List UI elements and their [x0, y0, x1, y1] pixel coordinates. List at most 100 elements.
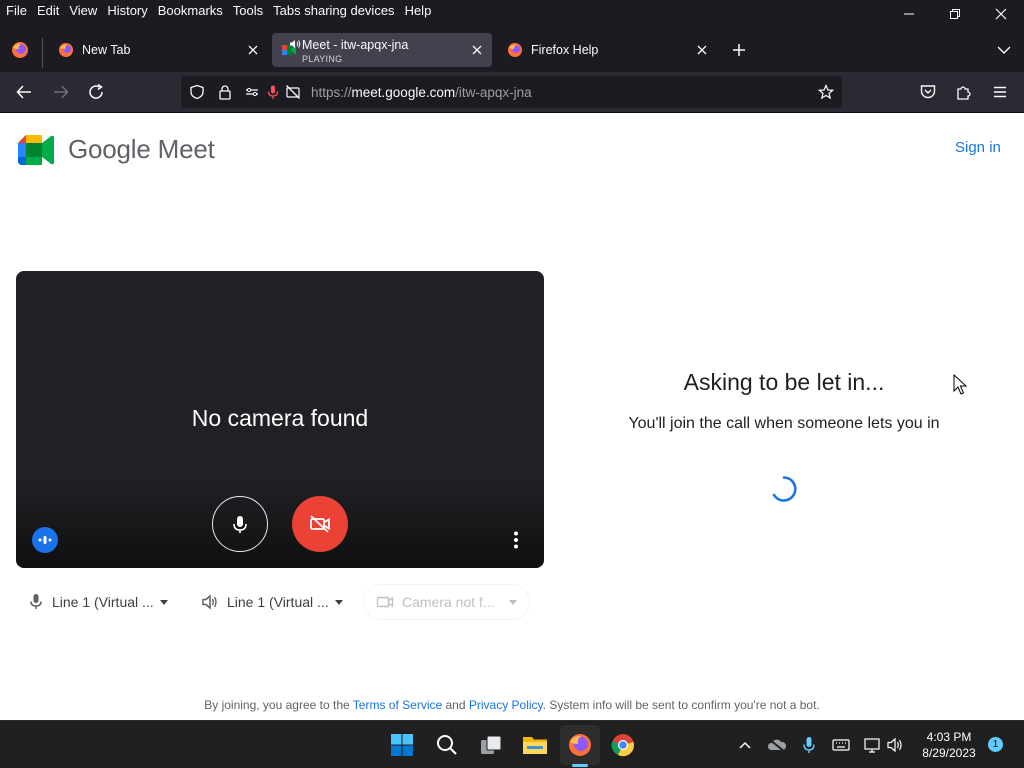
extensions-button[interactable] — [952, 80, 976, 104]
url-bar[interactable]: https://meet.google.com/itw-apqx-jna — [181, 76, 842, 108]
task-view-button[interactable] — [477, 731, 505, 759]
tab-title: Firefox Help — [531, 43, 599, 57]
legal-and: and — [445, 698, 466, 712]
firefox-view-button[interactable] — [10, 40, 30, 60]
search-button[interactable] — [433, 731, 461, 759]
menu-edit[interactable]: Edit — [37, 3, 59, 18]
menu-bookmarks[interactable]: Bookmarks — [158, 3, 223, 18]
more-options-button[interactable] — [508, 529, 524, 551]
microphone-tray-icon[interactable] — [799, 735, 819, 755]
tab-title: New Tab — [82, 43, 131, 57]
microphone-icon — [233, 516, 247, 533]
camera-icon — [376, 596, 394, 608]
microphone-selector[interactable]: Line 1 (Virtual ... — [28, 584, 168, 620]
forward-button[interactable] — [49, 80, 73, 104]
back-button[interactable] — [12, 80, 36, 104]
new-tab-button[interactable] — [731, 42, 747, 58]
minimize-button[interactable] — [886, 0, 932, 28]
microphone-icon — [803, 737, 815, 753]
close-tab-icon[interactable] — [470, 43, 484, 57]
camera-toggle-button[interactable] — [292, 496, 348, 552]
restore-button[interactable] — [932, 0, 978, 28]
menu-tabs-sharing-devices[interactable]: Tabs sharing devices — [273, 3, 394, 18]
speaker-selector[interactable]: Line 1 (Virtual ... — [201, 584, 343, 620]
preview-gradient — [16, 478, 544, 568]
close-tab-icon[interactable] — [246, 43, 260, 57]
more-vert-icon — [514, 531, 518, 549]
folder-icon — [523, 737, 547, 754]
tab-meet[interactable]: Meet - itw-apqx-jna PLAYING — [272, 33, 492, 67]
tab-playing-label: PLAYING — [302, 54, 343, 64]
tab-separator — [42, 38, 43, 68]
terms-of-service-link[interactable]: Terms of Service — [353, 698, 442, 712]
url-host: meet.google.com — [351, 85, 456, 100]
legal-text-start: By joining, you agree to the — [204, 698, 350, 712]
logo-wordmark: Google Meet — [68, 134, 215, 164]
firefox-taskbar-button[interactable] — [566, 731, 594, 759]
volume-icon — [887, 737, 902, 753]
onedrive-tray-icon[interactable] — [767, 735, 787, 755]
join-status-title: Asking to be let in... — [683, 369, 885, 395]
shield-icon[interactable] — [189, 84, 205, 100]
windows-logo-icon — [391, 734, 413, 756]
menu-tools[interactable]: Tools — [233, 3, 263, 18]
start-button[interactable] — [388, 731, 416, 759]
reload-icon — [89, 83, 103, 99]
url-text[interactable]: https://meet.google.com/itw-apqx-jna — [311, 85, 532, 100]
windows-taskbar: 4:03 PM 8/29/2023 1 — [0, 720, 1024, 768]
close-window-button[interactable] — [978, 0, 1024, 28]
app-menu-button[interactable] — [988, 80, 1012, 104]
tab-firefox-help[interactable]: Firefox Help — [497, 33, 717, 67]
legal-notice: By joining, you agree to the Terms of Se… — [0, 698, 1024, 712]
legal-text-end: . System info will be sent to confirm yo… — [542, 698, 820, 712]
star-bookmark-icon[interactable] — [818, 84, 834, 100]
no-camera-message: No camera found — [191, 405, 369, 431]
navigation-toolbar: https://meet.google.com/itw-apqx-jna — [0, 72, 1024, 113]
firefox-icon — [59, 43, 73, 57]
sign-in-link[interactable]: Sign in — [955, 139, 1001, 156]
close-tab-icon[interactable] — [695, 43, 709, 57]
lock-icon[interactable] — [217, 84, 233, 100]
camera-blocked-icon[interactable] — [285, 84, 301, 100]
show-hidden-icons-button[interactable] — [735, 735, 755, 755]
menu-history[interactable]: History — [107, 3, 147, 18]
loading-spinner-icon — [772, 476, 797, 502]
touch-keyboard-button[interactable] — [831, 735, 851, 755]
url-path: /itw-apqx-jna — [455, 85, 532, 100]
permissions-icon[interactable] — [244, 84, 260, 100]
menu-view[interactable]: View — [69, 3, 97, 18]
task-view-icon — [481, 735, 502, 754]
notification-badge[interactable]: 1 — [988, 737, 1003, 752]
keyboard-icon — [832, 739, 850, 751]
dropdown-arrow-icon — [334, 599, 343, 605]
plus-icon — [733, 44, 745, 56]
clock-time: 4:03 PM — [926, 730, 972, 744]
speaker-playing-icon[interactable] — [289, 39, 301, 49]
puzzle-icon — [957, 86, 971, 100]
visual-effects-button[interactable] — [32, 527, 58, 553]
taskbar-clock[interactable]: 4:03 PM 8/29/2023 — [912, 729, 986, 761]
microphone-toggle-button[interactable] — [212, 496, 268, 552]
menu-file[interactable]: File — [6, 3, 27, 18]
file-explorer-button[interactable] — [521, 731, 549, 759]
menu-help[interactable]: Help — [405, 3, 432, 18]
url-scheme: https:// — [311, 85, 352, 100]
pocket-button[interactable] — [916, 80, 940, 104]
meet-logo-icon — [18, 134, 55, 165]
network-icon — [864, 738, 880, 753]
firefox-icon — [569, 734, 591, 756]
minimize-icon — [904, 13, 914, 15]
list-all-tabs-button[interactable] — [996, 43, 1012, 57]
clock-date: 8/29/2023 — [922, 746, 976, 760]
reload-button[interactable] — [84, 80, 108, 104]
firefox-icon — [12, 42, 28, 58]
privacy-policy-link[interactable]: Privacy Policy — [469, 698, 543, 712]
microphone-in-use-icon[interactable] — [265, 84, 281, 100]
chrome-taskbar-button[interactable] — [609, 731, 637, 759]
tab-new-tab[interactable]: New Tab — [48, 33, 268, 67]
google-meet-logo[interactable]: Google Meet — [18, 134, 215, 165]
join-status-subtitle: You'll join the call when someone lets y… — [628, 415, 940, 432]
volume-tray-icon[interactable] — [886, 735, 906, 755]
network-tray-icon[interactable] — [863, 735, 883, 755]
camera-selector[interactable]: Camera not f... — [363, 584, 530, 620]
